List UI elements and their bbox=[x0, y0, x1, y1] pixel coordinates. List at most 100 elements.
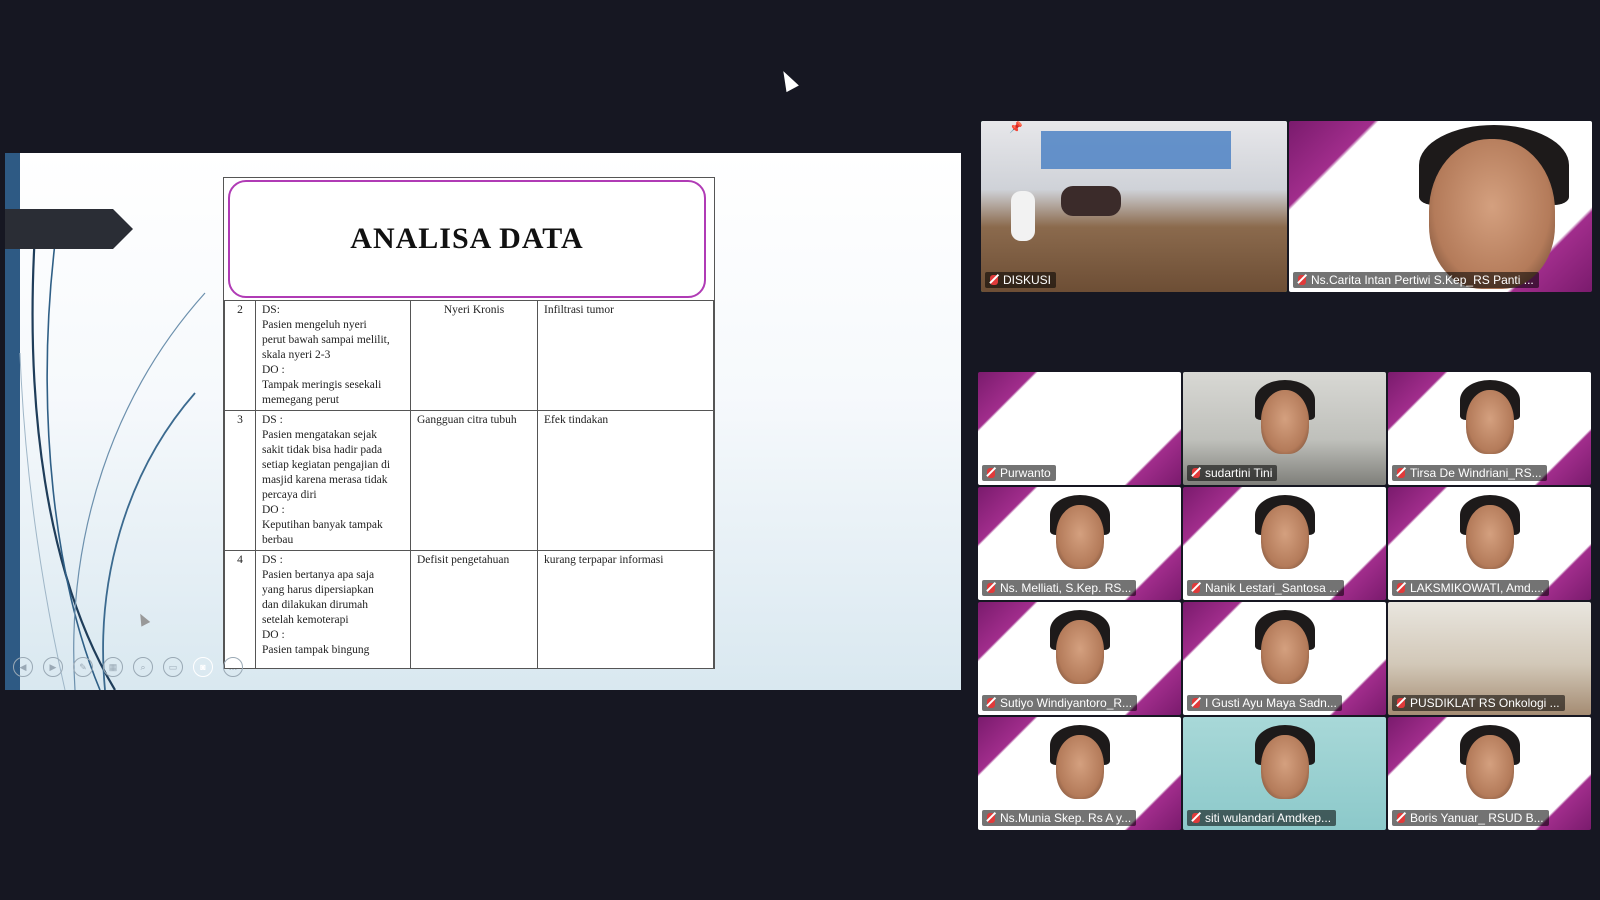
participant-label: LAKSMIKOWATI, Amd.... bbox=[1392, 580, 1550, 596]
participant-tile[interactable]: I Gusti Ayu Maya Sadn... bbox=[1183, 602, 1386, 715]
more-icon[interactable]: … bbox=[223, 657, 243, 677]
shared-screen-slide: ANALISA DATA 2 DS: Pasien mengeluh nyeri pe… bbox=[5, 153, 961, 690]
ds-do-line: masjid karena merasa tidak bbox=[262, 474, 388, 486]
ds-do-line: percaya diri bbox=[262, 489, 317, 501]
pinned-tile-speaker[interactable]: Ns.Carita Intan Pertiwi S.Kep_RS Panti .… bbox=[1289, 121, 1592, 292]
ds-do-line: memegang perut bbox=[262, 394, 339, 406]
participant-tile[interactable]: Purwanto bbox=[978, 372, 1181, 485]
participant-face bbox=[1261, 620, 1309, 684]
participant-name: Boris Yanuar_ RSUD B... bbox=[1410, 811, 1544, 825]
mic-muted-icon bbox=[1298, 275, 1306, 285]
ds-do-cell: DS: Pasien mengeluh nyeri perut bawah samp… bbox=[255, 300, 411, 411]
participant-tile[interactable]: Sutiyo Windiyantoro_R... bbox=[978, 602, 1181, 715]
table-row: 2 DS: Pasien mengeluh nyeri perut bawah sam… bbox=[224, 300, 714, 411]
prev-slide-icon[interactable]: ◀ bbox=[13, 657, 33, 677]
participant-tile[interactable]: LAKSMIKOWATI, Amd.... bbox=[1388, 487, 1591, 600]
ds-do-line: DS : bbox=[262, 414, 283, 426]
participant-name: Purwanto bbox=[1000, 466, 1051, 480]
table-row: 3 DS : Pasien mengatakan sejak sakit tidak … bbox=[224, 410, 714, 551]
participant-tile[interactable]: Boris Yanuar_ RSUD B... bbox=[1388, 717, 1591, 830]
mic-muted-icon bbox=[987, 698, 995, 708]
participant-label: Ns.Munia Skep. Rs A y... bbox=[982, 810, 1137, 826]
participant-name: sudartini Tini bbox=[1205, 466, 1273, 480]
participant-tile[interactable]: sudartini Tini bbox=[1183, 372, 1386, 485]
room-banner bbox=[1041, 131, 1231, 169]
pin-icon: 📌 bbox=[1009, 122, 1023, 134]
pinned-tile-diskusi[interactable]: DISKUSI 📌 bbox=[981, 121, 1287, 292]
mic-muted-icon bbox=[1397, 813, 1405, 823]
mic-muted-icon bbox=[1192, 813, 1200, 823]
ds-do-line: perut bawah sampai melilit, bbox=[262, 334, 390, 346]
ds-do-line: Tampak meringis sesekali bbox=[262, 379, 382, 391]
ds-do-line: sakit tidak bisa hadir pada bbox=[262, 444, 383, 456]
ds-do-line: DO : bbox=[262, 504, 285, 516]
ds-do-line: setiap kegiatan pengajian di bbox=[262, 459, 391, 471]
participant-face bbox=[1466, 390, 1514, 454]
table-row: 4 DS : Pasien bertanya apa saja yang harus … bbox=[224, 550, 714, 669]
ds-do-line: dan dilakukan dirumah bbox=[262, 599, 369, 611]
document-title-box: ANALISA DATA bbox=[228, 180, 706, 298]
ds-do-line: Keputihan banyak tampak bbox=[262, 519, 383, 531]
person-group bbox=[1061, 186, 1121, 216]
participant-face bbox=[1056, 505, 1104, 569]
ds-do-line: Pasien bertanya apa saja bbox=[262, 569, 375, 581]
diagnosis-cell: Gangguan citra tubuh bbox=[410, 410, 538, 551]
participant-face bbox=[1056, 620, 1104, 684]
participant-name: Nanik Lestari_Santosa ... bbox=[1205, 581, 1340, 595]
etiology-cell: kurang terpapar informasi bbox=[537, 550, 714, 669]
participant-name: siti wulandari Amdkep... bbox=[1205, 811, 1332, 825]
participant-tile[interactable]: Nanik Lestari_Santosa ... bbox=[1183, 487, 1386, 600]
pen-icon[interactable]: ✎ bbox=[73, 657, 93, 677]
participant-face bbox=[1466, 505, 1514, 569]
mic-muted-icon bbox=[987, 813, 995, 823]
grid-icon[interactable]: ▦ bbox=[103, 657, 123, 677]
participant-tile[interactable]: Ns. Melliati, S.Kep. RS... bbox=[978, 487, 1181, 600]
mic-muted-icon bbox=[987, 468, 995, 478]
ds-do-line: DS: bbox=[262, 304, 280, 316]
participant-label: Tirsa De Windriani_RS... bbox=[1392, 465, 1547, 481]
ds-do-line: setelah kemoterapi bbox=[262, 614, 349, 626]
participant-name: Ns. Melliati, S.Kep. RS... bbox=[1000, 581, 1132, 595]
participant-label: siti wulandari Amdkep... bbox=[1187, 810, 1337, 826]
ds-do-cell: DS : Pasien mengatakan sejak sakit tidak b… bbox=[255, 410, 411, 551]
participant-tile[interactable]: PUSDIKLAT RS Onkologi ... bbox=[1388, 602, 1591, 715]
participant-label: Purwanto bbox=[982, 465, 1056, 481]
video-control-icon[interactable]: ◙ bbox=[193, 657, 213, 677]
diagnosis-cell: Nyeri Kronis bbox=[410, 300, 538, 411]
row-number: 3 bbox=[224, 410, 256, 551]
speaker-face bbox=[1429, 139, 1555, 289]
participant-name: I Gusti Ayu Maya Sadn... bbox=[1205, 696, 1337, 710]
mic-muted-icon bbox=[1192, 698, 1200, 708]
subtitle-icon[interactable]: ▭ bbox=[163, 657, 183, 677]
mic-muted-icon bbox=[1397, 698, 1405, 708]
mic-muted-icon bbox=[987, 583, 995, 593]
participant-label: sudartini Tini bbox=[1187, 465, 1278, 481]
participant-name: Tirsa De Windriani_RS... bbox=[1410, 466, 1542, 480]
participant-tile[interactable]: siti wulandari Amdkep... bbox=[1183, 717, 1386, 830]
slide-arrow-tab bbox=[5, 209, 133, 249]
participant-tile[interactable]: Ns.Munia Skep. Rs A y... bbox=[978, 717, 1181, 830]
analysis-document: ANALISA DATA 2 DS: Pasien mengeluh nyeri pe… bbox=[223, 177, 715, 669]
participant-label: I Gusti Ayu Maya Sadn... bbox=[1187, 695, 1342, 711]
etiology-cell: Infiltrasi tumor bbox=[537, 300, 714, 411]
participant-face bbox=[1261, 735, 1309, 799]
participant-label: Sutiyo Windiyantoro_R... bbox=[982, 695, 1138, 711]
participant-label: Ns. Melliati, S.Kep. RS... bbox=[982, 580, 1137, 596]
participant-label: Ns.Carita Intan Pertiwi S.Kep_RS Panti .… bbox=[1293, 272, 1539, 288]
ds-do-line: Pasien mengatakan sejak bbox=[262, 429, 377, 441]
ds-do-line: skala nyeri 2-3 bbox=[262, 349, 331, 361]
ds-do-cell: DS : Pasien bertanya apa saja yang harus d… bbox=[255, 550, 411, 669]
participant-label: PUSDIKLAT RS Onkologi ... bbox=[1392, 695, 1565, 711]
participant-label: Nanik Lestari_Santosa ... bbox=[1187, 580, 1345, 596]
etiology-cell: Efek tindakan bbox=[537, 410, 714, 551]
participant-face bbox=[1261, 505, 1309, 569]
mic-muted-icon bbox=[1192, 468, 1200, 478]
slide-controls: ◀ ▶ ✎ ▦ ⌕ ▭ ◙ … bbox=[13, 657, 243, 677]
mouse-cursor-icon bbox=[777, 67, 799, 93]
mic-muted-icon bbox=[1192, 583, 1200, 593]
zoom-icon[interactable]: ⌕ bbox=[133, 657, 153, 677]
participant-name: Ns.Munia Skep. Rs A y... bbox=[1000, 811, 1132, 825]
play-icon[interactable]: ▶ bbox=[43, 657, 63, 677]
ds-do-line: berbau bbox=[262, 534, 294, 546]
participant-tile[interactable]: Tirsa De Windriani_RS... bbox=[1388, 372, 1591, 485]
